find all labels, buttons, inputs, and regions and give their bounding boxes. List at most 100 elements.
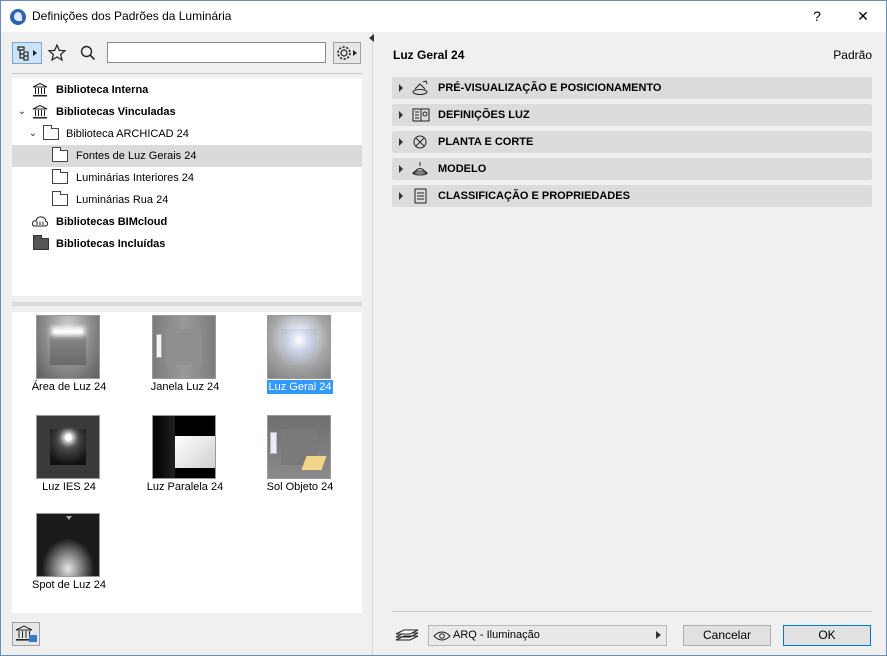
search-icon: [80, 45, 96, 61]
expand-arrow-icon: [399, 192, 403, 200]
expand-arrow-icon: [399, 84, 403, 92]
linked-library-icon: [32, 105, 48, 119]
expand-arrow-icon: [399, 111, 403, 119]
section-label: PRÉ-VISUALIZAÇÃO E POSICIONAMENTO: [438, 82, 662, 94]
library-view-button[interactable]: [12, 42, 42, 64]
object-label: Luz IES 24: [42, 481, 96, 493]
tree-item-fontes-de-luz[interactable]: Fontes de Luz Gerais 24: [12, 145, 362, 167]
library-tree: Biblioteca Interna ⌄ Bibliotecas Vincula…: [12, 78, 362, 296]
expand-arrow-icon: [399, 165, 403, 173]
tree-item-luminarias-interiores[interactable]: Luminárias Interiores 24: [12, 167, 362, 189]
archicad-logo-icon: [10, 9, 26, 25]
preview-icon: [412, 80, 428, 95]
cancel-button[interactable]: Cancelar: [683, 625, 771, 646]
search-button[interactable]: [77, 42, 99, 64]
section-plan-section[interactable]: PLANTA E CORTE: [392, 131, 872, 153]
object-thumbnail[interactable]: Spot de Luz 24: [14, 510, 124, 605]
chevron-down-icon[interactable]: ⌄: [17, 101, 27, 123]
object-label: Spot de Luz 24: [31, 579, 106, 591]
layer-select[interactable]: ARQ - Iluminação: [428, 625, 667, 646]
section-classification-properties[interactable]: CLASSIFICAÇÃO E PROPRIEDADES: [392, 185, 872, 207]
object-name: Luz Geral 24: [393, 48, 465, 62]
object-thumbnail[interactable]: Área de Luz 24: [14, 312, 124, 407]
folder-icon: [52, 147, 68, 162]
section-label: MODELO: [438, 163, 487, 175]
ies-light-preview-image: [36, 415, 100, 479]
object-thumbnail[interactable]: Janela Luz 24: [130, 312, 240, 407]
library-browser-panel: Biblioteca Interna ⌄ Bibliotecas Vincula…: [1, 32, 372, 655]
settings-menu-button[interactable]: [333, 42, 361, 64]
layer-select-value: ARQ - Iluminação: [453, 629, 540, 641]
area-light-preview-image: [36, 315, 100, 379]
tree-item-label: Luminárias Rua 24: [76, 194, 169, 206]
object-thumbnail[interactable]: Sol Objeto 24: [245, 412, 355, 507]
folder-icon: [52, 169, 68, 184]
tree-item-label: Biblioteca Interna: [56, 84, 149, 96]
folder-icon: [52, 191, 68, 206]
favorites-button[interactable]: [46, 42, 68, 64]
tree-item-label: Biblioteca ARCHICAD 24: [66, 128, 189, 140]
tree-item-luminarias-rua[interactable]: Luminárias Rua 24: [12, 189, 362, 211]
section-preview-positioning[interactable]: PRÉ-VISUALIZAÇÃO E POSICIONAMENTO: [392, 77, 872, 99]
object-thumbnail[interactable]: Luz Paralela 24: [130, 412, 240, 507]
search-input[interactable]: [107, 42, 326, 63]
tree-item-bibliotecas-bimcloud[interactable]: Bibliotecas BIMcloud: [12, 211, 362, 233]
object-thumbnail-grid: Área de Luz 24 Janela Luz 24 Luz Geral 2…: [12, 312, 362, 613]
library-manager-icon: [15, 625, 37, 642]
pane-splitter[interactable]: [12, 302, 362, 306]
classification-icon: [414, 188, 427, 204]
sun-object-preview-image: [267, 415, 331, 479]
object-thumbnail[interactable]: Luz IES 24: [14, 412, 124, 507]
object-label: Luz Paralela 24: [146, 481, 224, 493]
tree-item-label: Luminárias Interiores 24: [76, 172, 195, 184]
tree-item-label: Fontes de Luz Gerais 24: [76, 150, 197, 162]
ok-button[interactable]: OK: [783, 625, 871, 646]
plan-section-icon: [413, 135, 427, 149]
parallel-light-preview-image: [152, 415, 216, 479]
chevron-down-icon[interactable]: ⌄: [28, 123, 38, 145]
section-light-settings[interactable]: DEFINIÇÕES LUZ: [392, 104, 872, 126]
tree-item-biblioteca-archicad[interactable]: ⌄ Biblioteca ARCHICAD 24: [12, 123, 362, 145]
section-label: DEFINIÇÕES LUZ: [438, 109, 530, 121]
general-light-preview-image: [267, 315, 331, 379]
bimcloud-icon: [32, 216, 48, 227]
title-bar: Definições dos Padrões da Luminária ? ✕: [1, 1, 886, 32]
section-label: CLASSIFICAÇÃO E PROPRIEDADES: [438, 190, 630, 202]
footer-divider: [392, 611, 872, 612]
object-label: Área de Luz 24: [31, 381, 107, 393]
object-thumbnail[interactable]: Luz Geral 24: [245, 312, 355, 407]
object-label: Janela Luz 24: [150, 381, 220, 393]
window-title: Definições dos Padrões da Luminária: [32, 9, 232, 23]
light-settings-icon: [412, 108, 430, 122]
collapse-arrow-icon[interactable]: [369, 34, 374, 42]
chevron-right-icon: [656, 631, 661, 639]
tree-item-bibliotecas-vinculadas[interactable]: ⌄ Bibliotecas Vinculadas: [12, 101, 362, 123]
folder-tree-icon: [17, 46, 37, 61]
default-status-label: Padrão: [833, 48, 872, 62]
expand-arrow-icon: [399, 138, 403, 146]
help-button[interactable]: ?: [794, 1, 840, 32]
toolbar-divider: [12, 73, 362, 74]
section-model[interactable]: MODELO: [392, 158, 872, 180]
library-manager-button[interactable]: [12, 622, 40, 646]
settings-panel: Luz Geral 24 Padrão PRÉ-VISUALIZAÇÃO E P…: [377, 32, 886, 655]
object-label: Sol Objeto 24: [266, 481, 334, 493]
model-icon: [412, 162, 428, 176]
folder-dark-icon: [33, 235, 49, 250]
library-icon: [32, 83, 48, 97]
tree-item-label: Bibliotecas Vinculadas: [56, 106, 176, 118]
tree-item-label: Bibliotecas BIMcloud: [56, 216, 168, 228]
window-light-preview-image: [152, 315, 216, 379]
eye-icon: [433, 631, 451, 641]
object-label: Luz Geral 24: [266, 380, 334, 394]
folder-icon: [43, 125, 59, 140]
section-label: PLANTA E CORTE: [438, 136, 534, 148]
tree-item-label: Bibliotecas Incluídas: [56, 238, 166, 250]
dialog-window: Definições dos Padrões da Luminária ? ✕: [0, 0, 887, 656]
spot-light-preview-image: [36, 513, 100, 577]
close-button[interactable]: ✕: [840, 1, 886, 32]
gear-icon: [337, 46, 357, 60]
star-icon: [47, 43, 67, 62]
tree-item-biblioteca-interna[interactable]: Biblioteca Interna: [12, 79, 362, 101]
tree-item-bibliotecas-incluidas[interactable]: Bibliotecas Incluídas: [12, 233, 362, 255]
